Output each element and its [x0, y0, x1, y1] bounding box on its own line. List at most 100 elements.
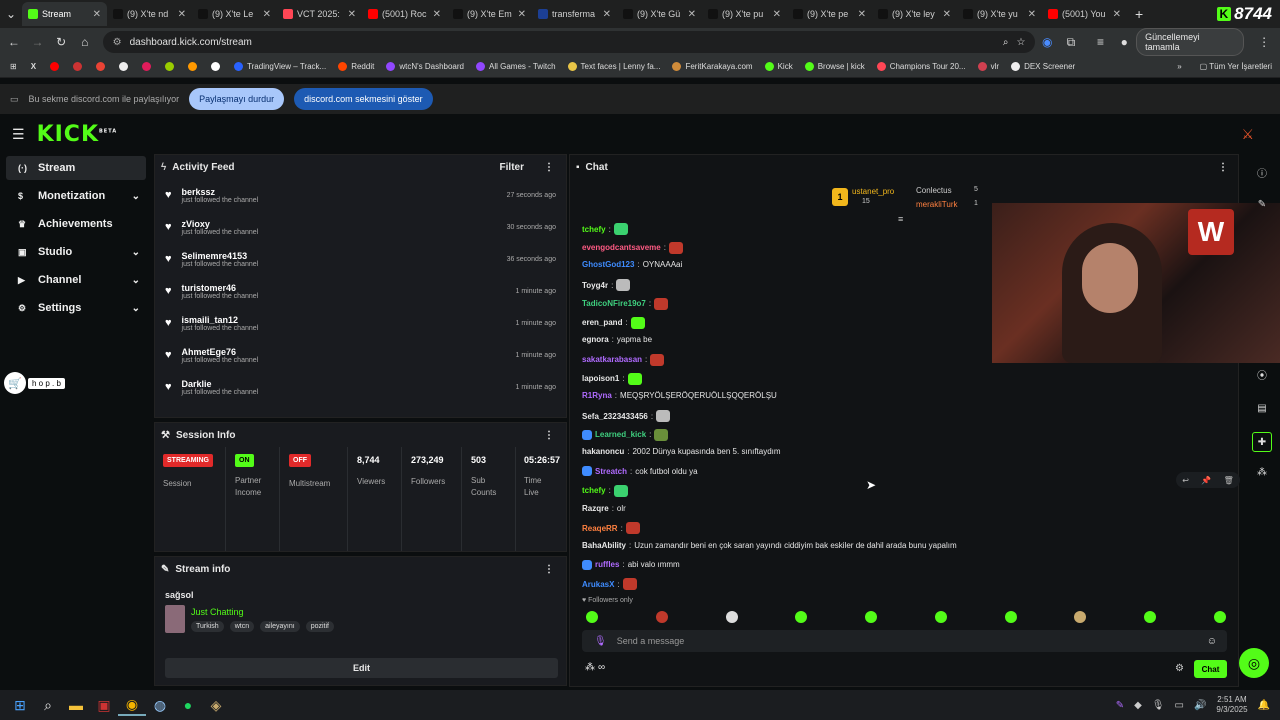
spotify-icon[interactable]: ● [174, 694, 202, 716]
x-bookmark-icon[interactable]: X [25, 62, 42, 71]
notification-icon[interactable]: 🔔 [1258, 700, 1270, 711]
layout-icon[interactable]: ▤ [1252, 398, 1272, 418]
home-icon[interactable]: ⌂ [73, 35, 97, 49]
apps-grid-icon[interactable]: ⊞ [4, 62, 23, 71]
bookmark-item[interactable]: Text faces | Lenny fa... [562, 62, 667, 71]
chat-username[interactable]: eren_pand [582, 318, 622, 327]
category-name[interactable]: Just Chatting [191, 607, 244, 617]
network-icon[interactable]: ▭ [1175, 700, 1184, 711]
tab-close-icon[interactable]: ✕ [603, 9, 611, 20]
chat-username[interactable]: ReaqeRR [582, 524, 618, 533]
browser-tab[interactable]: (9) X'te pu ✕ [702, 2, 787, 26]
stream-tag[interactable]: aileyayını [260, 621, 300, 632]
bookmark-item[interactable]: Kick [759, 62, 799, 71]
quick-emote-icon[interactable] [1074, 611, 1087, 623]
chat-username[interactable]: sakatkarabasan [582, 355, 642, 364]
chat-username[interactable]: BahaAbility [582, 541, 626, 550]
follower-name[interactable]: zVioxy [182, 219, 259, 229]
chrome-icon[interactable]: ◉ [118, 694, 146, 716]
follower-name[interactable]: AhmetEge76 [182, 347, 259, 357]
yahoo-bookmark-icon[interactable] [136, 62, 157, 71]
bookmark-item[interactable]: DEX Screener [1005, 62, 1081, 71]
browser-tab[interactable]: (5001) You ✕ [1042, 2, 1127, 26]
tab-close-icon[interactable]: ✕ [858, 9, 866, 20]
steam-icon[interactable]: ◍ [146, 694, 174, 716]
activity-menu-icon[interactable]: ⋮ [544, 162, 554, 173]
tab-close-icon[interactable]: ✕ [178, 9, 186, 20]
chat-username[interactable]: tchefy [582, 486, 606, 495]
site-info-icon[interactable]: ⚙ [113, 37, 122, 48]
chat-username[interactable]: ruffles [595, 560, 619, 569]
hop-widget[interactable]: 🛒 h o p . b [4, 372, 65, 394]
back-icon[interactable]: ← [2, 35, 26, 49]
stream-tag[interactable]: pozitif [305, 621, 334, 632]
url-field[interactable]: ⚙ dashboard.kick.com/stream ⌕ ☆ [102, 31, 1036, 53]
forward-icon[interactable]: → [26, 35, 50, 49]
chat-message[interactable]: hakanoncu:2002 Dünya kupasında ben 5. sı… [582, 447, 781, 456]
leaderboard-collapse-icon[interactable]: ≡ [898, 214, 903, 224]
chevron-down-icon[interactable]: ⌄ [132, 303, 140, 314]
chat-username[interactable]: evengodcantsaveme [582, 243, 661, 252]
chat-message[interactable]: Streatch: cok futbol oldu ya [582, 466, 698, 477]
follower-name[interactable]: ismaili_tan12 [182, 315, 259, 325]
chat-username[interactable]: hakanoncu [582, 447, 624, 456]
tab-close-icon[interactable]: ✕ [348, 9, 356, 20]
chat-message[interactable]: egnora: yapma be [582, 335, 652, 344]
sidebar-item-settings[interactable]: ⚙ Settings ⌄ [6, 296, 146, 320]
quick-emote-icon[interactable] [586, 611, 598, 623]
chat-username[interactable]: tchefy [582, 225, 606, 234]
quick-emote-icon[interactable] [865, 611, 878, 623]
chat-username[interactable]: TadicoNFire19o7 [582, 299, 646, 308]
chevron-down-icon[interactable]: ⌄ [132, 191, 140, 202]
youtube-bookmark-icon[interactable] [44, 62, 65, 71]
browser-tab[interactable]: transferma ✕ [532, 2, 617, 26]
filter-button[interactable]: Filter [500, 162, 524, 173]
emoji-picker-icon[interactable]: ☺ [1207, 636, 1217, 647]
clock[interactable]: 2:51 AM 9/3/2025 [1216, 695, 1247, 715]
follower-name[interactable]: Selimemre4153 [182, 251, 259, 261]
chat-username[interactable]: Streatch [595, 467, 627, 476]
bookmarks-more-icon[interactable]: » [1177, 62, 1181, 71]
chevron-down-icon[interactable]: ⌄ [132, 247, 140, 258]
chat-settings-icon[interactable]: ⚙ [1175, 663, 1184, 674]
tools-icon[interactable]: ✚ [1252, 432, 1272, 452]
chat-username[interactable]: GhostGod123 [582, 260, 634, 269]
extensions-puzzle-icon[interactable]: ⧉ [1059, 35, 1083, 50]
chat-send-button[interactable]: Chat [1194, 660, 1227, 678]
bookmark-icon[interactable] [113, 62, 134, 71]
tab-close-icon[interactable]: ✕ [93, 9, 101, 20]
chat-input[interactable]: 🎙 Send a message ☺ [582, 630, 1227, 652]
follower-name[interactable]: turistomer46 [182, 283, 259, 293]
microphone-icon[interactable]: 🎙 [594, 636, 607, 647]
quick-emote-icon[interactable] [795, 611, 808, 623]
bookmark-icon[interactable] [182, 62, 203, 71]
edit-button[interactable]: Edit [165, 658, 558, 678]
chat-message[interactable]: tchefy: [582, 223, 628, 235]
tab-close-icon[interactable]: ✕ [1028, 9, 1036, 20]
bookmark-star-icon[interactable]: ☆ [1016, 37, 1025, 48]
chat-message[interactable]: ReaqeRR: [582, 522, 640, 535]
new-tab-button[interactable]: + [1135, 6, 1143, 22]
gmail-bookmark-icon[interactable] [90, 62, 111, 71]
chat-message[interactable]: eren_pand: [582, 316, 645, 329]
tab-close-icon[interactable]: ✕ [518, 9, 526, 20]
quick-emote-icon[interactable] [1213, 611, 1226, 623]
follower-name[interactable]: Darklie [182, 379, 259, 389]
sidebar-item-stream[interactable]: (·) Stream [6, 156, 146, 180]
update-button[interactable]: Güncellemeyi tamamla [1136, 28, 1245, 56]
all-bookmarks[interactable]: ▢ Tüm Yer İşaretleri [1200, 62, 1272, 71]
browser-tab[interactable]: (9) X'te pe ✕ [787, 2, 872, 26]
browser-tab[interactable]: (5001) Roc ✕ [362, 2, 447, 26]
bookmark-item[interactable]: vlr [972, 62, 1005, 71]
bookmark-item[interactable]: Champions Tour 20... [871, 62, 972, 71]
sidebar-item-studio[interactable]: ▣ Studio ⌄ [6, 240, 146, 264]
chat-message[interactable]: evengodcantsaveme: [582, 241, 683, 254]
extension-icon[interactable]: ◉ [1035, 35, 1059, 49]
emote-menu-icon[interactable]: ⁂ [585, 662, 595, 673]
volume-icon[interactable]: 🔊 [1194, 700, 1206, 711]
browser-tab[interactable]: (9) X'te Em ✕ [447, 2, 532, 26]
sidebar-item-achievements[interactable]: ♛ Achievements [6, 212, 146, 236]
broadcast-icon[interactable]: ⦿ [1252, 364, 1272, 384]
chat-username[interactable]: R1Ryna [582, 391, 612, 400]
tab-search-icon[interactable]: ⌄ [0, 7, 22, 21]
